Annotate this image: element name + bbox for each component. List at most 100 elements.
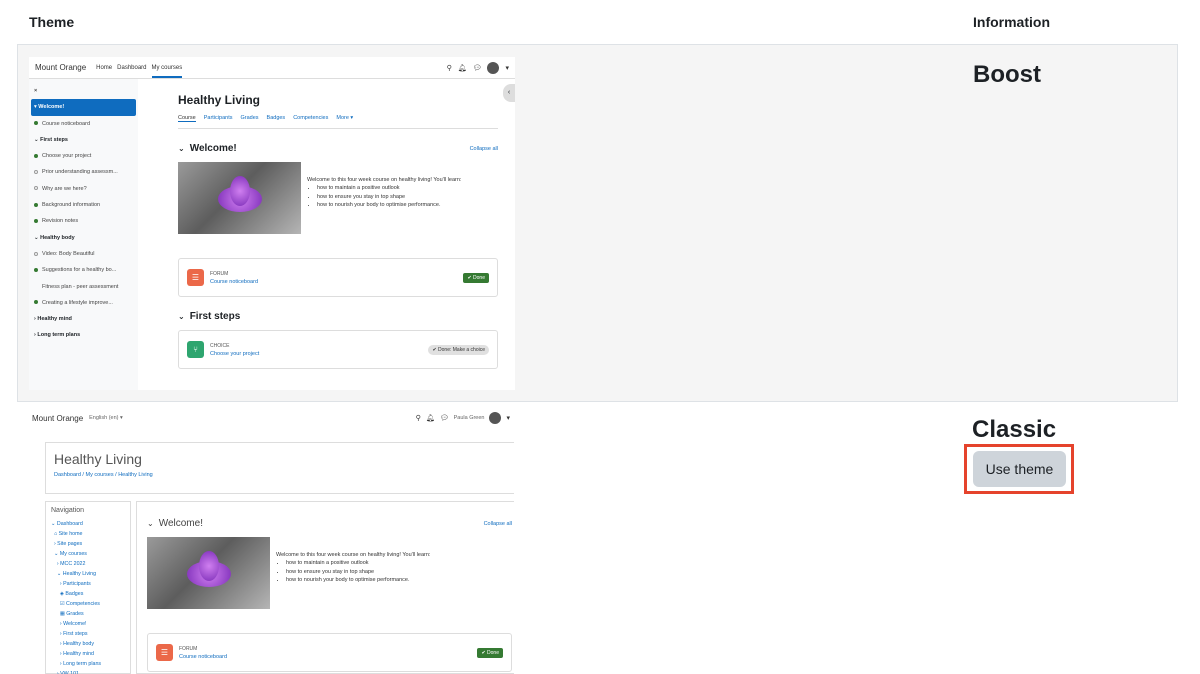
drawer-item[interactable]: ▾ Welcome! xyxy=(31,99,136,116)
chevron-down-icon: ▾ xyxy=(506,415,510,422)
navigation-item[interactable]: › Long term plans xyxy=(51,659,125,669)
flower-image xyxy=(178,162,301,234)
avatar xyxy=(487,61,500,74)
activity-forum: ☰ FORUM Course noticeboard ✔ Done xyxy=(178,258,498,297)
drawer-item[interactable]: Suggestions for a healthy bo... xyxy=(31,262,136,278)
tab-badges: Badges xyxy=(266,115,286,121)
theme-name: Boost xyxy=(973,61,1041,88)
forum-icon: ☰ xyxy=(156,644,173,661)
navigation-item[interactable]: ⌄ Healthy Living xyxy=(51,569,125,579)
navigation-item[interactable]: › MCC 2022 xyxy=(51,559,125,569)
classic-screenshot: Mount Orange English (en) ▾ ⚲ 🔔︎ 💬︎ Paul… xyxy=(28,407,514,674)
chevron-down-icon: ⌄ xyxy=(178,312,185,321)
section-title: First steps xyxy=(189,311,241,322)
user-name: Paula Green xyxy=(453,415,485,421)
information-column-header: Information xyxy=(973,14,1050,30)
drawer-item[interactable]: › Healthy mind xyxy=(31,311,136,327)
intro-text: Welcome to this four week course on heal… xyxy=(276,537,430,609)
section-title: Welcome! xyxy=(189,143,237,154)
chevron-down-icon: ▾ xyxy=(505,64,509,72)
bell-icon: 🔔︎ xyxy=(425,415,435,422)
drawer-item[interactable]: Video: Body Beautiful xyxy=(31,246,136,262)
drawer-item[interactable]: Revision notes xyxy=(31,213,136,229)
boost-screenshot: Mount Orange Home Dashboard My courses ⚲… xyxy=(29,57,515,390)
theme-column-header: Theme xyxy=(29,14,75,30)
activity-forum: ☰ FORUM Course noticeboard ✔ Done xyxy=(147,633,512,672)
navigation-item[interactable]: › Healthy body xyxy=(51,639,125,649)
navigation-item[interactable]: ◈ Badges xyxy=(51,589,125,599)
drawer-item[interactable]: Background information xyxy=(31,197,136,213)
course-title: Healthy Living xyxy=(54,451,142,467)
drawer-item[interactable]: Prior understanding assessm... xyxy=(31,164,136,180)
tab-grades: Grades xyxy=(240,115,259,121)
boost-navbar: Mount Orange Home Dashboard My courses ⚲… xyxy=(29,57,515,79)
site-name: Mount Orange xyxy=(32,413,84,423)
navigation-item[interactable]: ⌄ My courses xyxy=(51,549,125,559)
flower-image xyxy=(147,537,270,609)
navigation-item[interactable]: › First steps xyxy=(51,629,125,639)
nav-home: Home xyxy=(96,64,113,71)
activity-link: Course noticeboard xyxy=(210,278,259,285)
theme-row-boost: Mount Orange Home Dashboard My courses ⚲… xyxy=(17,44,1178,402)
intro-block: Welcome to this four week course on heal… xyxy=(147,537,512,609)
section-title: Welcome! xyxy=(158,518,203,529)
breadcrumb: Dashboard / My courses / Healthy Living xyxy=(54,472,153,478)
navigation-item[interactable]: › Participants xyxy=(51,579,125,589)
navigation-item[interactable]: › Welcome! xyxy=(51,619,125,629)
course-index-drawer: × ▾ Welcome! Course noticeboard ⌄ First st… xyxy=(29,79,138,390)
nav-my-courses: My courses xyxy=(151,65,183,78)
use-theme-button[interactable]: Use theme xyxy=(973,451,1066,487)
drawer-item[interactable]: Fitness plan - peer assessment xyxy=(31,279,136,295)
site-name: Mount Orange xyxy=(35,63,87,72)
drawer-item[interactable]: Choose your project xyxy=(31,148,136,164)
chevron-down-icon: ⌄ xyxy=(178,144,185,153)
avatar xyxy=(489,412,502,424)
section-welcome: ⌄ Welcome! Collapse all xyxy=(178,143,498,154)
drawer-item[interactable]: Creating a lifestyle improve... xyxy=(31,295,136,311)
message-icon: 💬︎ xyxy=(472,64,482,72)
close-icon: × xyxy=(34,88,38,94)
tab-competencies: Competencies xyxy=(293,115,329,121)
course-page: Healthy Living Course Participants Grade… xyxy=(150,79,515,390)
navigation-item[interactable]: ▦ Grades xyxy=(51,609,125,619)
activity-choice: ⑂ CHOICE Choose your project ✔ Done: Mak… xyxy=(178,330,498,369)
activity-link: Course noticeboard xyxy=(179,653,228,660)
drawer-item[interactable]: ⌄ Healthy body xyxy=(31,230,136,246)
intro-text: Welcome to this four week course on heal… xyxy=(307,162,461,234)
course-title: Healthy Living xyxy=(178,93,261,107)
theme-name: Classic xyxy=(972,416,1057,443)
done-badge: ✔ Done xyxy=(463,272,489,283)
navigation-item[interactable]: › Site pages xyxy=(51,539,125,549)
navigation-item[interactable]: ☑ Competencies xyxy=(51,599,125,609)
navigation-block: Navigation ⌄ Dashboard ⌂ Site home › Sit… xyxy=(45,501,131,674)
navigation-item[interactable]: ⌄ Dashboard xyxy=(51,519,125,529)
tab-more: More ▾ xyxy=(336,115,354,121)
search-icon: ⚲ xyxy=(415,415,421,422)
section-first-steps: ⌄ First steps xyxy=(178,311,498,322)
intro-block: Welcome to this four week course on heal… xyxy=(178,162,498,234)
section-welcome: ⌄ Welcome! Collapse all xyxy=(147,518,512,529)
chevron-left-icon: ‹ xyxy=(503,84,515,102)
drawer-item[interactable]: Course noticeboard xyxy=(31,116,136,132)
navigation-item[interactable]: › Healthy mind xyxy=(51,649,125,659)
drawer-item[interactable]: Why are we here? xyxy=(31,181,136,197)
navigation-item[interactable]: › VW 101 xyxy=(51,669,125,674)
language-menu: English (en) ▾ xyxy=(89,415,123,421)
bell-icon: 🔔︎ xyxy=(457,64,467,72)
navigation-title: Navigation xyxy=(51,507,85,514)
done-badge: ✔ Done: Make a choice xyxy=(428,344,489,355)
classic-navbar: Mount Orange English (en) ▾ ⚲ 🔔︎ 💬︎ Paul… xyxy=(28,407,514,429)
navigation-item[interactable]: ⌂ Site home xyxy=(51,529,125,539)
done-badge: ✔ Done xyxy=(477,647,503,658)
activity-link: Choose your project xyxy=(210,350,260,357)
collapse-all-link: Collapse all xyxy=(483,520,512,527)
tab-participants: Participants xyxy=(203,115,233,121)
collapse-all-link: Collapse all xyxy=(469,145,498,152)
drawer-item[interactable]: › Long term plans xyxy=(31,327,136,343)
chevron-down-icon: ⌄ xyxy=(147,519,154,528)
course-content: ⌄ Welcome! Collapse all Welcome to this … xyxy=(136,501,514,674)
drawer-item[interactable]: ⌄ First steps xyxy=(31,132,136,148)
choice-icon: ⑂ xyxy=(187,341,204,358)
search-icon: ⚲ xyxy=(446,64,452,72)
tab-course: Course xyxy=(178,115,196,122)
